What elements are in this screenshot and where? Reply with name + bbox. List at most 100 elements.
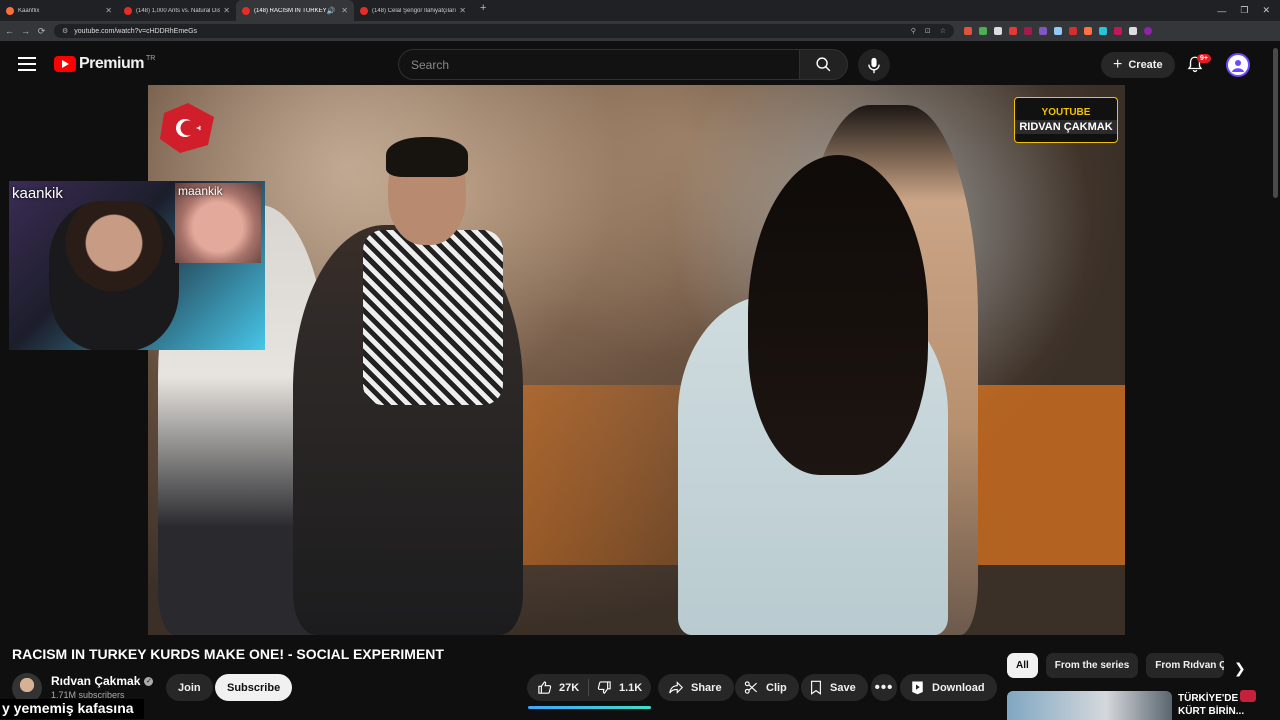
share-button[interactable]: Share: [658, 674, 734, 701]
back-icon[interactable]: ←: [3, 26, 16, 36]
chip-from-the-series[interactable]: From the series: [1045, 653, 1139, 678]
share-label: Share: [691, 681, 722, 694]
search-button[interactable]: [799, 49, 848, 80]
browser-tab-racism[interactable]: (148) RACISM IN TURKEY K 🔊 ✕: [236, 0, 354, 21]
youtube-badge-icon: [1240, 690, 1256, 702]
download-label: Download: [932, 681, 985, 694]
channel-name[interactable]: Rıdvan Çakmak ✓: [51, 674, 154, 688]
extension-icon[interactable]: [979, 27, 987, 35]
close-tab-icon[interactable]: ✕: [105, 6, 112, 15]
extension-icon[interactable]: [1129, 27, 1137, 35]
extension-icon[interactable]: [1054, 27, 1062, 35]
extension-icon[interactable]: [1114, 27, 1122, 35]
extension-icon[interactable]: [1009, 27, 1017, 35]
logo-brand-text: Premium: [79, 55, 144, 72]
browser-tab-ants[interactable]: (148) 1,000 Ants vs. Natural Disa ✕: [118, 0, 236, 21]
watermark-name-text: RIDVAN ÇAKMAK: [1015, 119, 1117, 134]
download-button[interactable]: Download: [900, 674, 997, 701]
user-avatar-icon: [1232, 60, 1244, 72]
browser-tab-celal[interactable]: (148) Celal Şengör İlahiyatçıları ✕: [354, 0, 472, 21]
subscribe-button[interactable]: Subscribe: [215, 674, 293, 701]
join-button[interactable]: Join: [166, 674, 213, 701]
youtube-favicon-icon: [360, 6, 368, 15]
chip-from-channel[interactable]: From Rıdvan Ç: [1146, 653, 1225, 678]
thumbs-down-icon: [597, 681, 611, 694]
recommendation-title[interactable]: TÜRKİYE'DE KÜRT BİRİN...: [1178, 692, 1244, 718]
channel-watermark: YOUTUBE RIDVAN ÇAKMAK: [1014, 97, 1118, 143]
chip-all[interactable]: All: [1007, 653, 1038, 678]
extension-icon[interactable]: [1039, 27, 1047, 35]
youtube-favicon-icon: [124, 6, 132, 15]
kaanflix-favicon-icon: [6, 6, 14, 15]
url-text: youtube.com/watch?v=cHDDRhEmeGs: [74, 27, 198, 35]
recommendation-thumbnail[interactable]: [1007, 691, 1172, 720]
tab-title: (148) 1,000 Ants vs. Natural Disa: [136, 7, 221, 14]
plus-icon: +: [1113, 56, 1123, 73]
progress-bar[interactable]: [528, 706, 651, 709]
youtube-header: Premium TR + Create 9+: [0, 41, 1280, 87]
like-count: 27K: [559, 681, 580, 694]
video-hair: [386, 137, 468, 177]
site-info-icon[interactable]: ⚙: [62, 27, 68, 35]
bookmark-star-icon[interactable]: ☆: [940, 27, 946, 35]
close-tab-icon[interactable]: ✕: [459, 6, 466, 15]
video-scarf: [363, 230, 503, 405]
profile-icon[interactable]: [1144, 27, 1152, 35]
create-label: Create: [1128, 59, 1163, 71]
close-tab-icon[interactable]: ✕: [341, 6, 348, 15]
recommendation-title-line: TÜRKİYE'DE: [1178, 693, 1239, 704]
clip-button[interactable]: Clip: [735, 674, 799, 701]
maximize-icon[interactable]: ❐: [1240, 5, 1248, 16]
webcam-label: kaankik: [12, 185, 63, 202]
account-avatar[interactable]: [1226, 53, 1250, 77]
search-box: [398, 49, 800, 80]
recommendation-title-line: KÜRT BİRİN...: [1178, 706, 1245, 717]
extension-icon[interactable]: [1099, 27, 1107, 35]
minimize-icon[interactable]: —: [1217, 6, 1226, 16]
install-icon[interactable]: ⊡: [925, 27, 931, 35]
save-button[interactable]: Save: [801, 674, 868, 701]
extension-icon[interactable]: [1084, 27, 1092, 35]
scissors-icon: [744, 681, 758, 694]
verified-check-icon: ✓: [144, 676, 154, 686]
reload-icon[interactable]: ⟳: [35, 26, 48, 37]
extensions-area: [964, 27, 1152, 35]
extension-icon[interactable]: [1024, 27, 1032, 35]
browser-tab-kaanflix[interactable]: Kaanflix ✕: [0, 0, 118, 21]
window-controls: — ❐ ✕: [1217, 0, 1280, 21]
dislike-count: 1.1K: [619, 681, 643, 694]
tab-title: (148) RACISM IN TURKEY K: [254, 7, 327, 14]
forward-icon[interactable]: →: [19, 26, 32, 36]
speaker-icon[interactable]: 🔊: [327, 7, 336, 15]
search-input[interactable]: [411, 57, 800, 72]
page-scrollbar[interactable]: [1273, 48, 1278, 198]
microphone-icon: [868, 57, 880, 73]
stream-caption-overlay: y yememiş kafasına: [0, 699, 144, 719]
extension-icon[interactable]: [964, 27, 972, 35]
youtube-play-icon: [54, 56, 76, 72]
youtube-favicon-icon: [242, 6, 250, 15]
new-tab-button[interactable]: +: [472, 0, 494, 21]
create-button[interactable]: + Create: [1101, 52, 1175, 78]
extension-icon[interactable]: [994, 27, 1002, 35]
premium-download-icon: [912, 681, 923, 695]
more-actions-button[interactable]: •••: [871, 674, 897, 701]
close-tab-icon[interactable]: ✕: [223, 6, 230, 15]
clip-label: Clip: [766, 681, 787, 694]
hamburger-menu-icon[interactable]: [18, 57, 36, 71]
like-button[interactable]: 27K: [527, 679, 589, 696]
voice-search-button[interactable]: [858, 49, 890, 81]
second-webcam-label: maankik: [178, 184, 223, 198]
streamer-figure: [49, 201, 179, 350]
tab-title: (148) Celal Şengör İlahiyatçıları: [372, 7, 457, 14]
country-code: TR: [145, 54, 156, 62]
dislike-button[interactable]: 1.1K: [589, 680, 642, 695]
chevron-right-icon[interactable]: ❯: [1234, 660, 1246, 677]
address-bar[interactable]: ⚙ youtube.com/watch?v=cHDDRhEmeGs ⚲ ⊡ ☆: [54, 24, 954, 38]
turkey-flag-icon: [160, 103, 214, 153]
video-player[interactable]: YOUTUBE RIDVAN ÇAKMAK: [148, 85, 1125, 635]
extension-icon[interactable]: [1069, 27, 1077, 35]
zoom-icon[interactable]: ⚲: [911, 27, 916, 35]
youtube-premium-logo[interactable]: Premium TR: [54, 55, 155, 73]
close-window-icon[interactable]: ✕: [1262, 5, 1270, 16]
